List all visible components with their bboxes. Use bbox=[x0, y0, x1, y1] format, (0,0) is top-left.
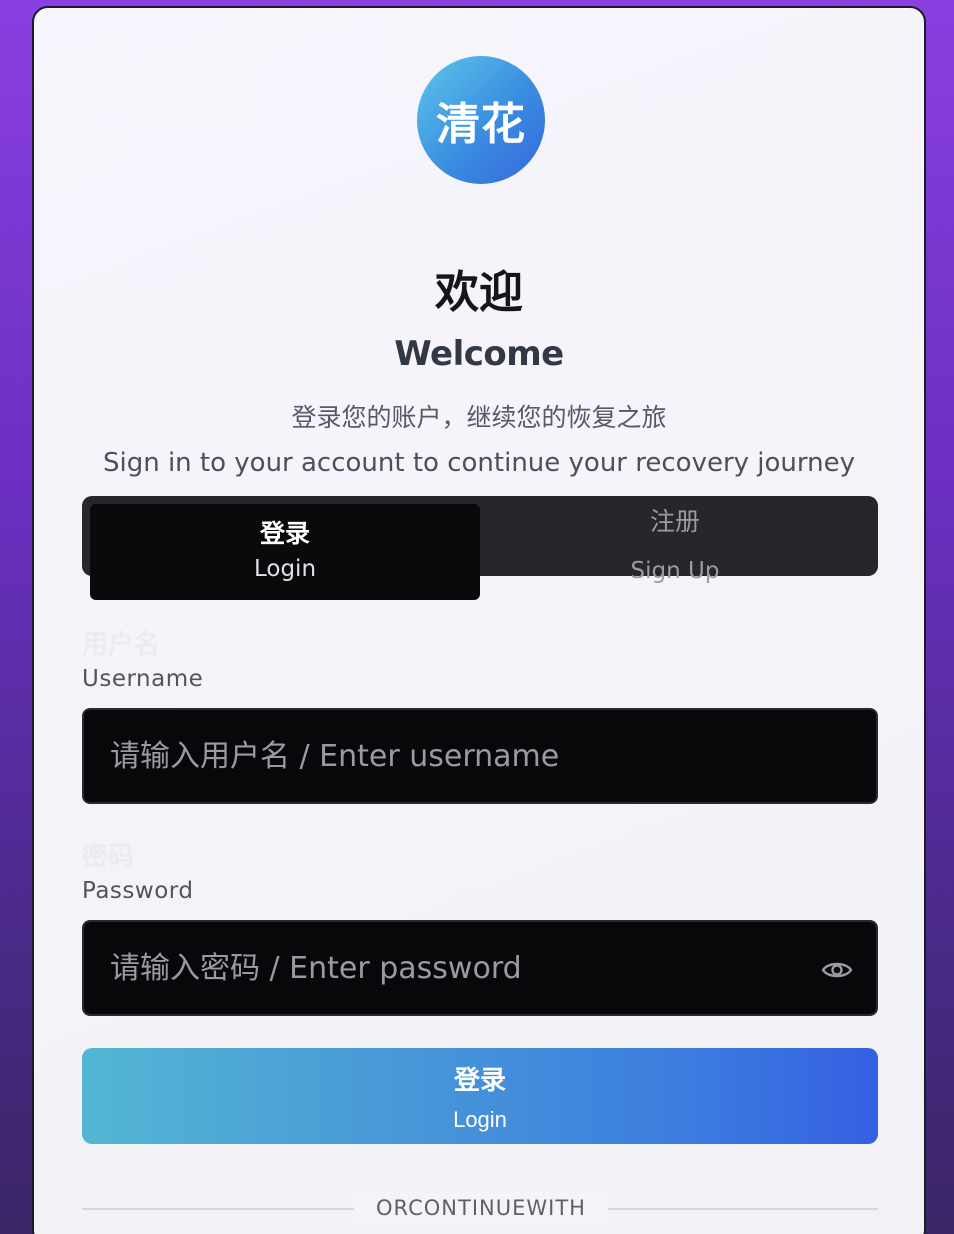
login-card: 清花 欢迎 Welcome 登录您的账户，继续您的恢复之旅 Sign in to… bbox=[32, 6, 926, 1234]
login-button[interactable]: 登录 Login bbox=[82, 1048, 878, 1144]
tab-login-label-cn: 登录 bbox=[259, 518, 310, 548]
page-title-en: Welcome bbox=[394, 334, 564, 374]
password-label-en: Password bbox=[82, 878, 194, 904]
tab-login-label-en: Login bbox=[253, 556, 317, 582]
app-logo-text: 清花 bbox=[436, 99, 526, 150]
tab-sign-up-label-cn: 注册 bbox=[649, 506, 700, 536]
login-button-label-cn: 登录 bbox=[453, 1064, 506, 1095]
password-label-cn: 密码 bbox=[82, 842, 135, 872]
tab-sign-up[interactable]: 注册 Sign Up bbox=[480, 504, 870, 585]
page-subtitle-cn: 登录您的账户，继续您的恢复之旅 bbox=[291, 403, 667, 432]
password-input[interactable] bbox=[82, 920, 878, 1016]
eye-icon[interactable] bbox=[820, 956, 854, 984]
tab-sign-up-label-en: Sign Up bbox=[630, 558, 720, 584]
username-label-en: Username bbox=[82, 666, 204, 692]
username-label-cn: 用户名 bbox=[82, 630, 161, 660]
username-input[interactable] bbox=[82, 708, 878, 804]
login-button-label-en: Login bbox=[453, 1106, 507, 1132]
tab-login[interactable]: 登录 Login bbox=[90, 504, 480, 600]
app-logo: 清花 bbox=[417, 56, 545, 184]
page-title-cn: 欢迎 bbox=[435, 267, 523, 318]
divider-text: ORCONTINUEWITH bbox=[354, 1192, 608, 1224]
page-subtitle-en: Sign in to your account to continue your… bbox=[102, 448, 856, 478]
auth-tabs: 注册 Sign Up 登录 Login bbox=[82, 496, 878, 600]
